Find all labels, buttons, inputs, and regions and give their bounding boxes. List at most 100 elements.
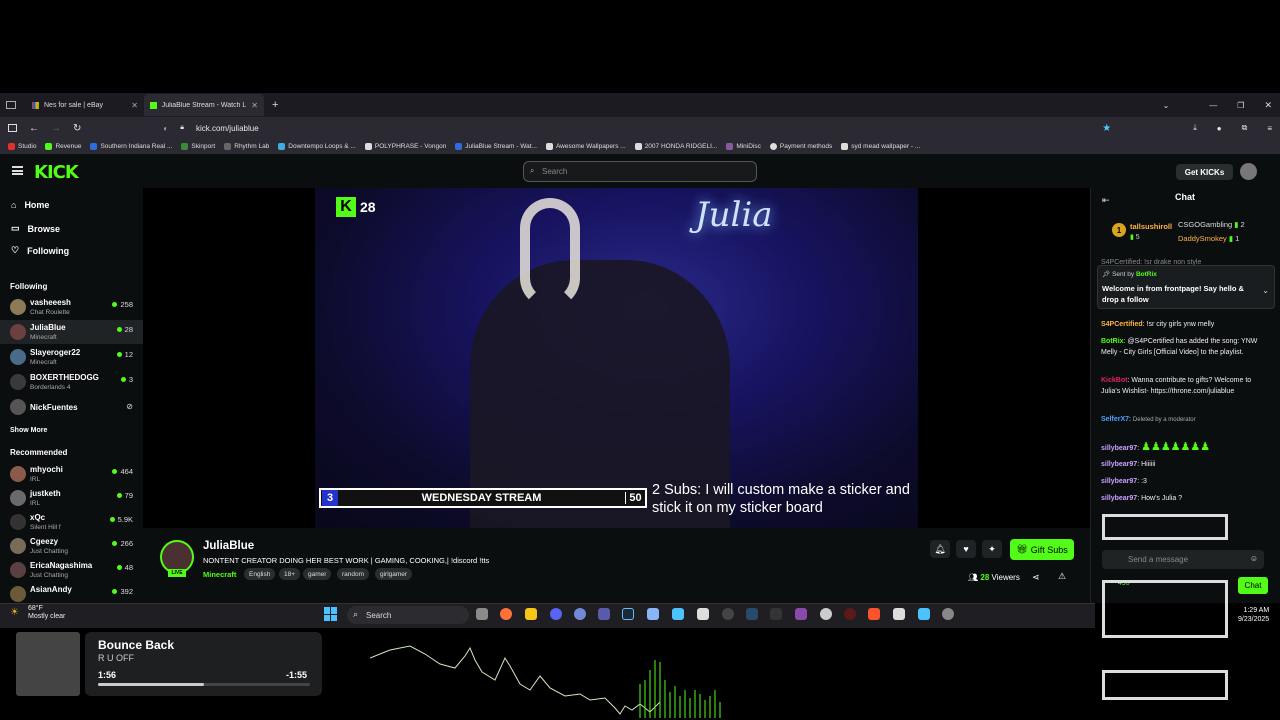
file-explorer-icon[interactable]	[525, 608, 537, 620]
tag-english[interactable]: English	[244, 568, 276, 580]
emote-icon[interactable]: ☺	[1250, 554, 1258, 563]
bookmark-real-estate[interactable]: Southern Indiana Real ...	[90, 143, 172, 150]
recommended-channel[interactable]: mhyochi IRL 464	[0, 462, 143, 486]
tag-girlgamer[interactable]: girlgamer	[375, 568, 413, 580]
bookmark-syd-mead[interactable]: syd mead wallpaper - ...	[841, 143, 920, 150]
clip-button[interactable]: ✦	[982, 540, 1002, 558]
user-avatar[interactable]	[1240, 163, 1257, 180]
following-channel[interactable]: JuliaBlue Minecraft 28	[0, 320, 143, 344]
app-icon[interactable]	[598, 608, 610, 620]
close-icon[interactable]: ✕	[131, 101, 138, 110]
tag-gamer[interactable]: gamer	[303, 568, 332, 580]
firefox-icon[interactable]	[500, 608, 512, 620]
tag-18plus[interactable]: 18+	[279, 568, 301, 580]
app-icon[interactable]	[893, 608, 905, 620]
bookmark-polyphrase[interactable]: POLYPHRASE - Vongon	[364, 143, 446, 150]
follow-button[interactable]: ♥	[956, 540, 976, 558]
get-kicks-button[interactable]: Get KICKs	[1176, 164, 1233, 180]
account-icon[interactable]: ●	[1217, 124, 1222, 133]
taskbar-search[interactable]: ⌕ Search	[347, 606, 469, 624]
nav-browse[interactable]: ▭ Browse	[11, 223, 60, 234]
lock-icon[interactable]: 🔒︎	[180, 124, 184, 132]
discord-alt-icon[interactable]	[574, 608, 586, 620]
channel-name[interactable]: JuliaBlue	[203, 540, 254, 552]
app-icon[interactable]	[942, 608, 954, 620]
tab-list-icon[interactable]	[6, 101, 16, 109]
shield-icon[interactable]: ◐	[163, 124, 168, 133]
url-field[interactable]: kick.com/juliablue	[196, 124, 259, 133]
nav-home[interactable]: ⌂ Home	[11, 200, 49, 210]
kick-logo[interactable]: KICK	[34, 162, 79, 183]
app-icon[interactable]	[722, 608, 734, 620]
minimize-icon[interactable]: —	[1209, 101, 1217, 110]
search-input[interactable]: ⌕ Search	[523, 161, 757, 182]
bookmark-revenue[interactable]: Revenue	[45, 143, 81, 150]
bookmark-downtempo[interactable]: Downtempo Loops & ...	[278, 143, 356, 150]
app-icon[interactable]	[844, 608, 856, 620]
reload-icon[interactable]: ↻	[73, 123, 81, 134]
tab-overflow-icon[interactable]: ⌄	[1163, 101, 1170, 110]
recommended-channel[interactable]: Cgeezy Just Chatting 266	[0, 534, 143, 558]
bookmark-studio[interactable]: Studio	[8, 143, 36, 150]
download-icon[interactable]: ⤓	[1193, 123, 1197, 133]
maximize-icon[interactable]: ❐	[1237, 101, 1244, 110]
report-icon[interactable]: ⚠︎	[1058, 571, 1066, 582]
window-close-icon[interactable]: ✕	[1264, 100, 1272, 111]
top-gifter-name[interactable]: tallsushiroll	[1130, 222, 1172, 231]
send-chat-button[interactable]: Chat	[1238, 577, 1268, 594]
new-tab-icon[interactable]: +	[272, 99, 278, 111]
recommended-channel[interactable]: EricaNagashima Just Chatting 48	[0, 558, 143, 582]
recommended-channel[interactable]: xQc Silent Hill f 5.9K	[0, 510, 143, 534]
app-icon[interactable]	[647, 608, 659, 620]
bookmark-wallpapers[interactable]: Awesome Wallpapers ...	[545, 143, 626, 150]
weather-widget[interactable]: 68°F Mostly clear	[28, 605, 65, 621]
show-more-link[interactable]: Show More	[10, 427, 47, 434]
system-clock[interactable]: 1:29 AM 9/23/2025	[1238, 606, 1269, 624]
leaderboard-entry[interactable]: DaddySmokey ▮ 1	[1178, 234, 1239, 243]
calculator-icon[interactable]	[697, 608, 709, 620]
app-icon[interactable]	[746, 608, 758, 620]
notification-bell-button[interactable]: 🔔︎	[930, 540, 950, 558]
bookmark-minidisc[interactable]: MiniDisc	[726, 143, 761, 150]
following-channel[interactable]: NickFuentes ⊘	[0, 395, 143, 419]
following-channel[interactable]: vasheeesh Chat Roulette 258	[0, 295, 143, 319]
nav-following[interactable]: ♡ Following	[11, 245, 69, 256]
back-icon[interactable]: ←	[29, 123, 39, 134]
gift-subs-button[interactable]: 🎁︎ Gift Subs	[1010, 539, 1074, 560]
steam-icon[interactable]	[622, 608, 634, 620]
recommended-channel[interactable]: AsianAndy 392	[0, 582, 143, 603]
recommended-channel[interactable]: justketh IRL 79	[0, 486, 143, 510]
chat-input[interactable]: Send a message ☺	[1102, 550, 1264, 569]
close-icon[interactable]: ✕	[251, 101, 258, 110]
app-icon[interactable]	[770, 608, 782, 620]
app-icon[interactable]	[918, 608, 930, 620]
start-icon[interactable]	[324, 607, 338, 621]
tab-ebay[interactable]: Nes for sale | eBay ✕	[26, 94, 144, 116]
sidebar-toggle-icon[interactable]	[8, 124, 17, 132]
task-view-icon[interactable]	[476, 608, 488, 620]
bookmark-rhythm-lab[interactable]: Rhythm Lab	[224, 143, 269, 150]
share-icon[interactable]: ⋖	[1032, 572, 1040, 583]
following-channel[interactable]: BOXERTHEDOGG Borderlands 4 3	[0, 370, 143, 394]
bookmark-juliablue[interactable]: JuliaBlue Stream - Wat...	[455, 143, 537, 150]
stream-category[interactable]: Minecraft	[203, 570, 236, 579]
pinned-message[interactable]: 📌︎ Sent by BotRix Welcome in from frontp…	[1097, 265, 1275, 309]
settings-icon[interactable]	[820, 608, 832, 620]
following-channel[interactable]: Slayeroger22 Minecraft 12	[0, 345, 143, 369]
app-icon[interactable]	[795, 608, 807, 620]
forward-icon[interactable]: →	[51, 123, 61, 134]
bookmark-honda[interactable]: 2007 HONDA RIDGELI...	[634, 143, 717, 150]
expand-icon[interactable]: ⌄	[1262, 286, 1269, 295]
leaderboard-entry[interactable]: CSGOGambling ▮ 2	[1178, 220, 1245, 229]
tag-random[interactable]: random	[337, 568, 370, 580]
discord-icon[interactable]	[550, 608, 562, 620]
bookmark-skinport[interactable]: Skinport	[181, 143, 215, 150]
tab-juliablue[interactable]: JuliaBlue Stream - Watch Live o ✕	[144, 94, 264, 116]
brave-icon[interactable]	[868, 608, 880, 620]
bookmark-payment[interactable]: Payment methods	[769, 143, 832, 150]
star-icon[interactable]: ★	[1102, 123, 1111, 134]
extensions-icon[interactable]: ⧉	[1242, 123, 1248, 133]
hamburger-menu-icon[interactable]	[12, 166, 23, 175]
app-icon[interactable]	[672, 608, 684, 620]
menu-icon[interactable]: ≡	[1267, 124, 1272, 133]
